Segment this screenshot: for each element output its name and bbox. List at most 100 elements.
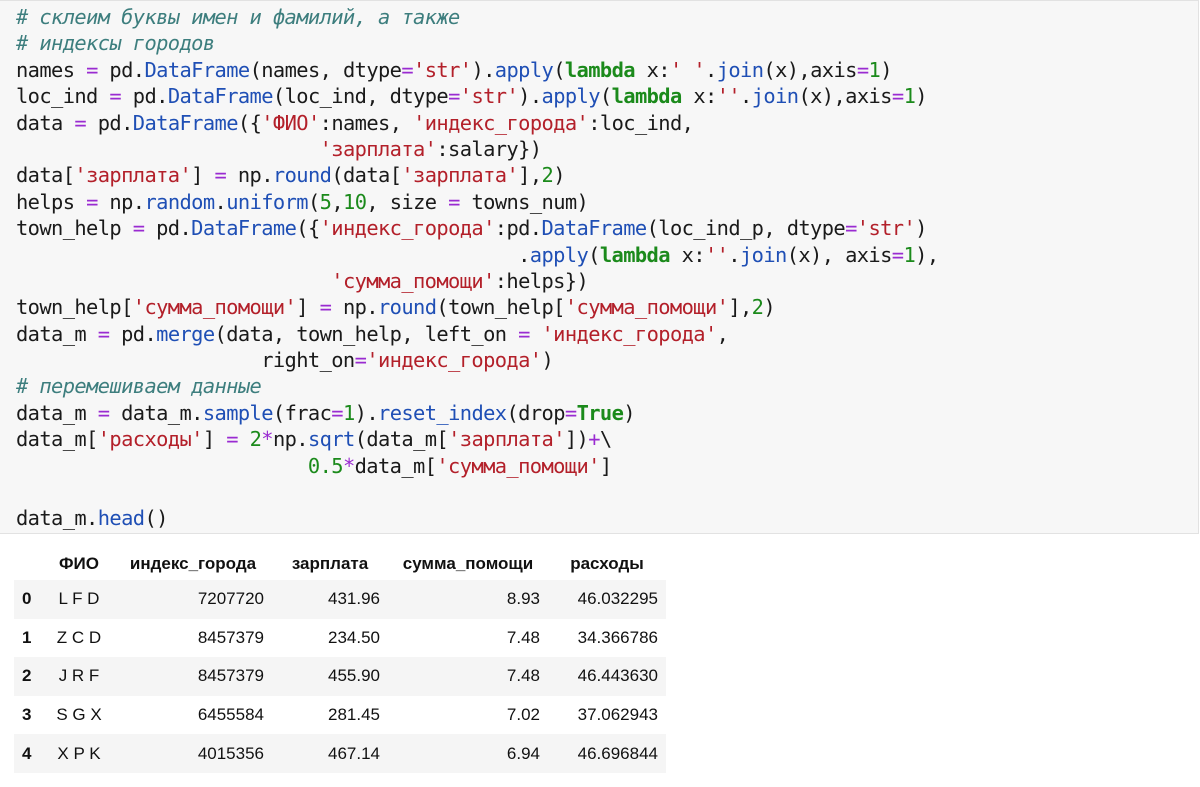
code-token: data_m. xyxy=(109,400,203,425)
code-token: . xyxy=(16,242,530,267)
code-token: reset_index xyxy=(378,400,507,425)
code-token: . xyxy=(728,242,740,267)
code-token: merge xyxy=(156,321,215,346)
table-cell: 37.062943 xyxy=(577,705,658,725)
code-token: True xyxy=(576,400,624,425)
code-token: data[ xyxy=(16,163,75,188)
code-token: ({ xyxy=(296,216,320,241)
code-token: (town_help[ xyxy=(436,295,565,320)
code-token: () xyxy=(144,506,168,531)
code-token: = xyxy=(331,400,343,425)
code-token: 'str' xyxy=(413,57,472,82)
code-line: 'сумма_помощи':helps}) xyxy=(16,268,939,294)
code-token: :helps}) xyxy=(494,268,589,293)
code-token: = xyxy=(132,216,145,241)
code-line: # склеим буквы имен и фамилий, а также xyxy=(16,4,939,30)
code-token: = xyxy=(226,427,238,452)
code-token: 2 xyxy=(751,295,764,320)
table-body: 0 L F D 7207720 431.96 8.93 46.032295 1 Z C D 84… xyxy=(14,580,666,773)
code-token: 'расходы' xyxy=(97,427,204,452)
table-cell: Z C D xyxy=(56,627,102,647)
code-token: town_help[ xyxy=(16,295,133,320)
code-token: (drop xyxy=(506,400,565,425)
code-token: pd. xyxy=(86,110,134,135)
table-cell: 46.443630 xyxy=(577,666,658,686)
code-token: apply xyxy=(541,84,601,109)
code-token: (loc_ind, dtype xyxy=(272,84,449,109)
code-token: (names, dtype xyxy=(249,57,402,82)
code-token: 'зарплата' xyxy=(74,163,192,188)
code-token: 1 xyxy=(868,57,881,82)
code-token: * xyxy=(261,427,273,452)
code-token: head xyxy=(97,506,145,531)
code-token: 'сумма_помощи' xyxy=(436,453,600,478)
code-token: . xyxy=(214,189,227,214)
code-token: data_m[ xyxy=(354,453,437,478)
code-token: . xyxy=(740,84,752,109)
table-cell: 455.90 xyxy=(328,666,380,686)
code-token: (x),axis xyxy=(763,57,857,82)
code-token: ] xyxy=(599,453,612,478)
code-token: , xyxy=(331,189,344,214)
code-token: sqrt xyxy=(307,427,355,452)
code-token: 2 xyxy=(541,163,554,188)
code-token: = xyxy=(564,400,577,425)
code-line: town_help = pd.DataFrame({'индекс_города… xyxy=(16,215,939,241)
code-token: ], xyxy=(518,163,542,188)
code-token: = xyxy=(354,348,367,373)
table-cell: 6455584 xyxy=(197,705,264,725)
table-cell: 8.93 xyxy=(506,589,540,609)
table-cell: S G X xyxy=(56,705,102,725)
code-token: ) xyxy=(623,400,635,425)
code-token: ). xyxy=(518,84,542,109)
code-token: 10 xyxy=(343,189,367,214)
code-token: ], xyxy=(728,295,752,320)
code-token: ) xyxy=(553,163,565,188)
code-token: :pd. xyxy=(494,216,542,241)
code-line: loc_ind = pd.DataFrame(loc_ind, dtype='s… xyxy=(16,83,939,109)
table-row: 0 L F D 7207720 431.96 8.93 46.032295 xyxy=(14,580,666,619)
row-index: 0 xyxy=(22,589,32,609)
code-token: ({ xyxy=(237,110,262,135)
code-token: 'ФИО' xyxy=(261,110,320,135)
code-token: ) xyxy=(915,216,927,241)
code-editor[interactable]: # склеим буквы имен и фамилий, а также # … xyxy=(16,4,939,532)
code-token: round xyxy=(272,163,332,188)
column-header-index xyxy=(14,548,44,580)
table-cell: L F D xyxy=(58,589,100,609)
code-token: # индексы городов xyxy=(16,31,215,56)
code-token: '' xyxy=(704,242,729,267)
code-token: towns_num) xyxy=(459,189,589,214)
code-token: ( xyxy=(599,84,612,109)
row-index: 1 xyxy=(22,627,32,647)
table-cell: 467.14 xyxy=(328,743,380,763)
code-token: 0.5 xyxy=(307,453,344,478)
code-token: '' xyxy=(716,84,741,109)
code-token: DataFrame xyxy=(541,216,648,241)
code-cell[interactable]: # склеим буквы имен и фамилий, а также # … xyxy=(0,0,1199,534)
code-token: = xyxy=(856,57,869,82)
code-token: join xyxy=(751,84,799,109)
code-token: ( xyxy=(307,189,320,214)
code-line: names = pd.DataFrame(names, dtype='str')… xyxy=(16,57,939,83)
code-token: DataFrame xyxy=(191,216,297,241)
code-token: names xyxy=(16,57,87,82)
code-token: x: xyxy=(634,57,671,82)
code-token: ( xyxy=(588,242,600,267)
code-line: data_m.head() xyxy=(16,505,939,531)
code-line: helps = np.random.uniform(5,10, size = t… xyxy=(16,189,939,215)
code-token: pd. xyxy=(97,57,145,82)
code-token: = xyxy=(97,321,110,346)
code-token: = xyxy=(891,242,904,267)
code-token: (x),axis xyxy=(798,84,892,109)
code-token: :names, xyxy=(319,110,414,135)
code-token: ), xyxy=(915,242,939,267)
code-token: = xyxy=(845,216,857,241)
code-token: ( xyxy=(553,57,565,82)
code-line: 'зарплата':salary}) xyxy=(16,136,939,162)
table-cell: 4015356 xyxy=(197,743,264,763)
